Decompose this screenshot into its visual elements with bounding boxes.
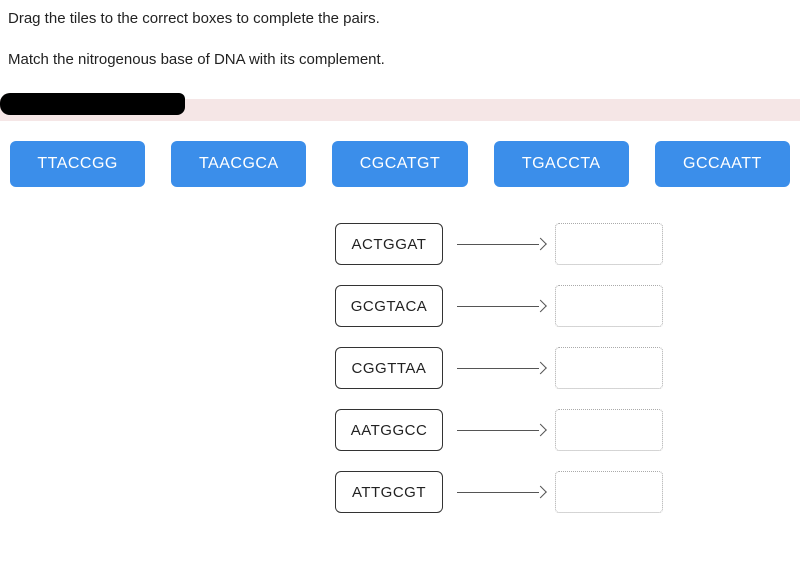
arrow-icon — [449, 482, 549, 502]
pair-row: CGGTTAA — [335, 347, 800, 389]
arrow-icon — [449, 296, 549, 316]
pair-row: GCGTACA — [335, 285, 800, 327]
draggable-tile[interactable]: TTACCGG — [10, 141, 145, 187]
source-sequence-box: GCGTACA — [335, 285, 443, 327]
draggable-tile[interactable]: CGCATGT — [332, 141, 467, 187]
source-sequence-box: ACTGGAT — [335, 223, 443, 265]
source-sequence-box: AATGGCC — [335, 409, 443, 451]
draggable-tile[interactable]: TAACGCA — [171, 141, 306, 187]
arrow-icon — [449, 358, 549, 378]
instruction-line-1: Drag the tiles to the correct boxes to c… — [8, 8, 792, 31]
pair-row: ACTGGAT — [335, 223, 800, 265]
source-sequence-box: CGGTTAA — [335, 347, 443, 389]
draggable-tile[interactable]: TGACCTA — [494, 141, 629, 187]
redaction-mark — [0, 93, 185, 115]
tiles-row: TTACCGG TAACGCA CGCATGT TGACCTA GCCAATT — [0, 121, 800, 187]
arrow-icon — [449, 234, 549, 254]
draggable-tile[interactable]: GCCAATT — [655, 141, 790, 187]
header-bar — [0, 99, 800, 121]
instructions-block: Drag the tiles to the correct boxes to c… — [0, 0, 800, 93]
drop-target[interactable] — [555, 471, 663, 513]
pair-row: AATGGCC — [335, 409, 800, 451]
arrow-icon — [449, 420, 549, 440]
instruction-line-2: Match the nitrogenous base of DNA with i… — [8, 49, 792, 72]
source-sequence-box: ATTGCGT — [335, 471, 443, 513]
drop-target[interactable] — [555, 223, 663, 265]
drop-target[interactable] — [555, 285, 663, 327]
drop-target[interactable] — [555, 409, 663, 451]
pairs-area: ACTGGAT GCGTACA CGGTTAA AATGGCC ATTGCGT — [0, 223, 800, 513]
drop-target[interactable] — [555, 347, 663, 389]
pair-row: ATTGCGT — [335, 471, 800, 513]
